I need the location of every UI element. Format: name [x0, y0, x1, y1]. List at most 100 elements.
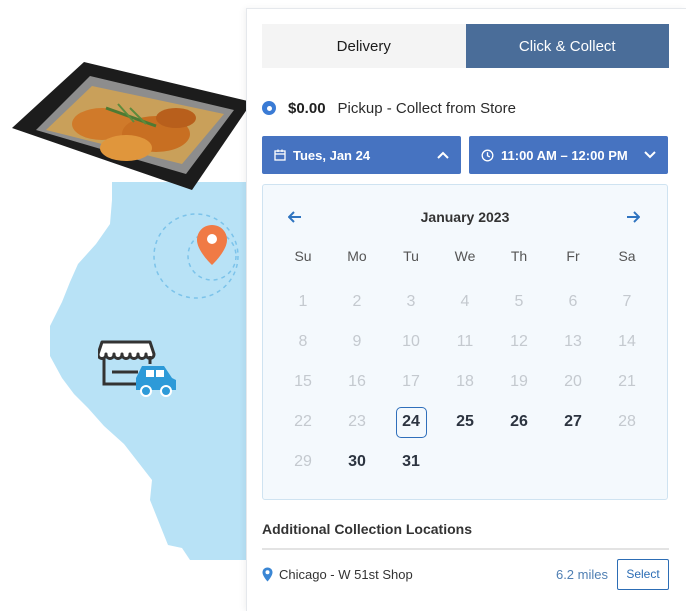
calendar-day-number: 20 [564, 373, 582, 390]
calendar-day-number: 4 [460, 293, 470, 310]
divider [262, 548, 669, 550]
calendar-day-number: 16 [348, 373, 366, 390]
calendar-day-selected[interactable]: 24 [384, 402, 438, 442]
calendar-header: January 2023 [263, 205, 667, 229]
weekday-label: Tu [403, 248, 419, 264]
calendar-day[interactable]: 26 [492, 402, 546, 442]
calendar-day-number: 27 [564, 413, 582, 430]
weekday-label: Th [510, 248, 528, 264]
calendar-month: January 2023 [420, 209, 510, 225]
date-value: Tues, Jan 24 [293, 147, 371, 163]
select-location-button[interactable]: Select [617, 558, 669, 590]
weekday-label: Mo [347, 248, 367, 264]
store-icon [98, 340, 176, 397]
calendar-day-number: 25 [456, 413, 474, 430]
calendar-day-number: 21 [618, 373, 636, 390]
map-pin-icon [197, 225, 227, 265]
calendar-day-number: 23 [348, 413, 366, 430]
date-dropdown[interactable]: Tues, Jan 24 [262, 136, 461, 174]
weekday-header: Su Mo Tu We Th Fr Sa [276, 248, 654, 264]
calendar-day-number: 14 [618, 333, 636, 350]
calendar-day: 15 [276, 362, 330, 402]
chevron-down-icon [644, 151, 656, 159]
calendar-icon [274, 149, 286, 161]
calendar-day-number: 7 [622, 293, 632, 310]
pickup-label: Pickup - Collect from Store [337, 99, 516, 117]
calendar-day-number: 10 [402, 333, 420, 350]
location-pin-icon [262, 567, 273, 582]
tab-click-and-collect[interactable]: Click & Collect [465, 24, 669, 68]
calendar-day: 5 [492, 282, 546, 322]
calendar-day: 1 [276, 282, 330, 322]
calendar-day: 12 [492, 322, 546, 362]
calendar-day: 20 [546, 362, 600, 402]
pickup-option[interactable]: $0.00 Pickup - Collect from Store [262, 97, 516, 119]
calendar-day: 9 [330, 322, 384, 362]
fulfillment-tabs: Delivery Click & Collect [262, 24, 669, 68]
calendar-day: 8 [276, 322, 330, 362]
location-distance: 6.2 miles [555, 566, 608, 582]
food-tray-image [12, 62, 252, 190]
calendar-day-number: 2 [352, 293, 362, 310]
fulfillment-panel: Delivery Click & Collect $0.00 Pickup - … [246, 8, 686, 611]
location-row: Chicago - W 51st Shop 6.2 miles Select [262, 557, 669, 591]
weekday-label: Fr [566, 248, 580, 264]
weekday-label: Su [294, 248, 312, 264]
calendar-day-number: 18 [456, 373, 474, 390]
calendar-day: 19 [492, 362, 546, 402]
calendar-day: 3 [384, 282, 438, 322]
calendar-day: 16 [330, 362, 384, 402]
location-name: Chicago - W 51st Shop [279, 566, 413, 582]
pickup-radio[interactable] [262, 101, 276, 115]
calendar-day-number: 9 [352, 333, 362, 350]
additional-locations-title: Additional Collection Locations [262, 521, 472, 537]
calendar-day-number: 19 [510, 373, 528, 390]
calendar-day-number: 13 [564, 333, 582, 350]
calendar-day: 29 [276, 442, 330, 482]
calendar-day-number: 1 [298, 293, 308, 310]
time-dropdown[interactable]: 11:00 AM – 12:00 PM [469, 136, 668, 174]
calendar-day-number: 3 [406, 293, 416, 310]
calendar-day: 18 [438, 362, 492, 402]
calendar-day: 17 [384, 362, 438, 402]
calendar-day-number: 22 [294, 413, 312, 430]
calendar-day-number: 6 [568, 293, 578, 310]
calendar-days: 1 2 3 4 5 6 7 8 9 10 11 12 13 14 15 16 17 18 19 20 21 22 23 24 2… [276, 282, 654, 482]
calendar-day: 28 [600, 402, 654, 442]
calendar-day: 14 [600, 322, 654, 362]
calendar-day-number: 5 [514, 293, 524, 310]
calendar-day: 6 [546, 282, 600, 322]
calendar-day-number: 31 [402, 453, 420, 470]
calendar-day-number: 11 [456, 333, 474, 350]
arrow-right-icon[interactable] [623, 207, 643, 227]
weekday-label: Sa [618, 248, 636, 264]
chevron-up-icon [437, 151, 449, 159]
calendar-day[interactable]: 27 [546, 402, 600, 442]
calendar-day: 22 [276, 402, 330, 442]
car-icon [136, 366, 176, 397]
calendar-day: 2 [330, 282, 384, 322]
weekday-label: We [454, 248, 476, 264]
calendar-day-number: 8 [298, 333, 308, 350]
calendar-day: 23 [330, 402, 384, 442]
calendar-day-number: 28 [618, 413, 636, 430]
date-picker: January 2023 Su Mo Tu We Th Fr Sa 123456… [262, 184, 668, 500]
calendar-day-number: 24 [395, 406, 427, 438]
calendar-day-number: 12 [510, 333, 528, 350]
calendar-day: 13 [546, 322, 600, 362]
calendar-day[interactable]: 31 [384, 442, 438, 482]
calendar-day: 11 [438, 322, 492, 362]
calendar-day-number: 30 [348, 453, 366, 470]
calendar-day-number: 26 [510, 413, 528, 430]
calendar-day: 10 [384, 322, 438, 362]
calendar-day-number: 29 [294, 453, 312, 470]
clock-icon [481, 149, 494, 162]
calendar-day-number: 17 [402, 373, 420, 390]
calendar-day[interactable]: 30 [330, 442, 384, 482]
time-value: 11:00 AM – 12:00 PM [501, 147, 628, 163]
tab-delivery[interactable]: Delivery [262, 24, 466, 68]
calendar-day: 4 [438, 282, 492, 322]
calendar-day-number: 15 [294, 373, 312, 390]
calendar-day: 7 [600, 282, 654, 322]
calendar-day[interactable]: 25 [438, 402, 492, 442]
